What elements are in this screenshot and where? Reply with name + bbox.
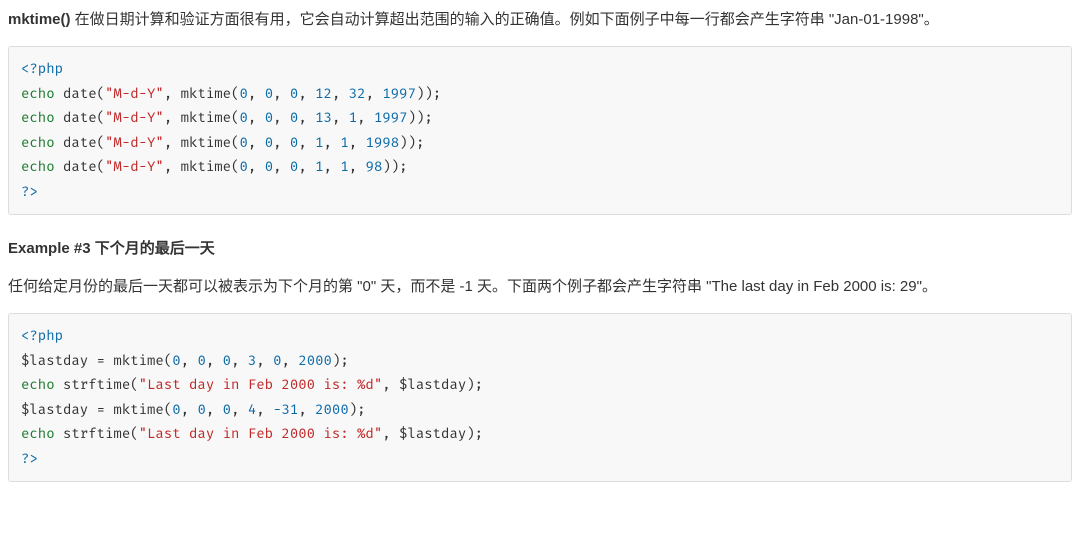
example-3-title: 下个月的最后一天: [91, 240, 215, 257]
code-example-1: <?php echo date("M-d-Y", mktime(0, 0, 0,…: [8, 46, 1072, 215]
example-3-label: Example #3: [8, 240, 91, 257]
example-3-heading: Example #3 下个月的最后一天: [8, 237, 1072, 261]
intro-text: 在做日期计算和验证方面很有用，它会自动计算超出范围的输入的正确值。例如下面例子中…: [71, 11, 939, 28]
fn-name: mktime(): [8, 11, 71, 28]
code-example-2: <?php $lastday = mktime(0, 0, 0, 3, 0, 2…: [8, 313, 1072, 482]
example-3-paragraph: 任何给定月份的最后一天都可以被表示为下个月的第 "0" 天，而不是 -1 天。下…: [8, 275, 1072, 299]
intro-paragraph: mktime() 在做日期计算和验证方面很有用，它会自动计算超出范围的输入的正确…: [8, 8, 1072, 32]
